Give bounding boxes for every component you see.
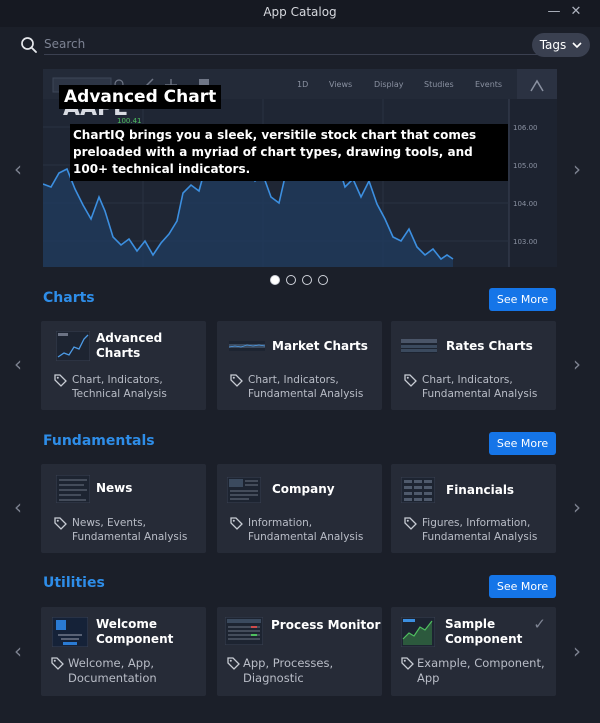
carousel-dot[interactable] bbox=[318, 275, 328, 285]
checkmark-icon[interactable]: ✓ bbox=[533, 615, 546, 633]
tag-icon bbox=[401, 657, 414, 670]
hero-toolbar-item: Views bbox=[329, 80, 352, 89]
app-card-tags: Information, Fundamental Analysis bbox=[248, 517, 364, 543]
app-card-sample-component[interactable]: Sample Component ✓ Example, Component, A… bbox=[391, 607, 556, 696]
carousel-dot[interactable] bbox=[286, 275, 296, 285]
hero-axis-tick: 104.00 bbox=[513, 200, 538, 208]
search-input[interactable] bbox=[44, 33, 547, 55]
app-card-title: Rates Charts bbox=[446, 339, 533, 353]
app-thumbnail bbox=[401, 617, 435, 647]
app-card-title: Financials bbox=[446, 483, 515, 497]
tag-icon bbox=[230, 517, 243, 530]
app-thumbnail bbox=[56, 475, 90, 503]
app-thumbnail bbox=[401, 339, 437, 353]
section-title-charts: Charts bbox=[43, 290, 95, 306]
tag-icon bbox=[230, 374, 243, 387]
app-card-tags: News, Events, Fundamental Analysis bbox=[72, 517, 188, 543]
app-card-tags: Chart, Indicators, Fundamental Analysis bbox=[422, 374, 538, 400]
section-title-fundamentals: Fundamentals bbox=[43, 433, 155, 449]
see-more-button[interactable]: See More bbox=[489, 432, 556, 455]
app-card-company[interactable]: Company Information, Fundamental Analysi… bbox=[217, 464, 382, 553]
hero-toolbar-item: 1D bbox=[297, 80, 308, 89]
app-card-market-charts[interactable]: Market Charts Chart, Indicators, Fundame… bbox=[217, 321, 382, 410]
app-card-title: Welcome Component bbox=[96, 617, 174, 646]
hero-axis-tick: 105.00 bbox=[513, 162, 538, 170]
utilities-next-arrow[interactable]: › bbox=[569, 640, 585, 662]
see-more-button[interactable]: See More bbox=[489, 575, 556, 598]
app-card-financials[interactable]: Financials Figures, Information, Fundame… bbox=[391, 464, 556, 553]
carousel-dot[interactable] bbox=[270, 275, 280, 285]
tag-icon bbox=[227, 657, 240, 670]
utilities-prev-arrow[interactable]: ‹ bbox=[10, 640, 26, 662]
app-card-title: Process Monitor bbox=[271, 618, 381, 632]
chevron-down-icon bbox=[572, 41, 582, 48]
see-more-button[interactable]: See More bbox=[489, 288, 556, 311]
app-card-tags: App, Processes, Diagnostic bbox=[243, 656, 334, 685]
hero-prev-arrow[interactable]: ‹ bbox=[10, 158, 26, 180]
charts-prev-arrow[interactable]: ‹ bbox=[10, 353, 26, 375]
app-card-tags: Chart, Indicators, Technical Analysis bbox=[72, 374, 167, 400]
app-card-tags: Welcome, App, Documentation bbox=[68, 656, 157, 685]
window-title: App Catalog bbox=[263, 5, 337, 19]
search-bar: Tags bbox=[20, 33, 590, 59]
hero-toolbar-item: Studies bbox=[424, 80, 454, 89]
app-card-title: News bbox=[96, 481, 133, 495]
hero-axis-tick: 103.00 bbox=[513, 238, 538, 246]
app-card-tags: Figures, Information, Fundamental Analys… bbox=[422, 517, 538, 543]
close-icon[interactable]: ✕ bbox=[568, 4, 584, 20]
minimize-icon[interactable]: — bbox=[546, 4, 562, 20]
charts-next-arrow[interactable]: › bbox=[569, 353, 585, 375]
hero-banner[interactable]: 1D Views Display Studies Events AAPL 100… bbox=[43, 69, 557, 267]
app-card-tags: Example, Component, App bbox=[417, 656, 545, 685]
tag-icon bbox=[54, 374, 67, 387]
tags-button-label: Tags bbox=[539, 38, 567, 52]
carousel-pagination bbox=[270, 275, 328, 285]
hero-next-arrow[interactable]: › bbox=[569, 158, 585, 180]
app-card-welcome-component[interactable]: Welcome Component Welcome, App, Document… bbox=[41, 607, 206, 696]
app-card-rates-charts[interactable]: Rates Charts Chart, Indicators, Fundamen… bbox=[391, 321, 556, 410]
app-card-title: Market Charts bbox=[272, 339, 368, 353]
tag-icon bbox=[54, 517, 67, 530]
hero-axis-tick: 106.00 bbox=[513, 124, 538, 132]
app-thumbnail bbox=[227, 477, 261, 503]
app-thumbnail bbox=[225, 617, 263, 645]
tags-button[interactable]: Tags bbox=[532, 33, 590, 57]
app-card-process-monitor[interactable]: Process Monitor App, Processes, Diagnost… bbox=[217, 607, 382, 696]
app-thumbnail bbox=[229, 341, 265, 351]
app-card-title: Company bbox=[272, 482, 335, 496]
app-thumbnail bbox=[56, 331, 90, 361]
search-icon bbox=[21, 37, 37, 53]
tag-icon bbox=[51, 657, 64, 670]
section-title-utilities: Utilities bbox=[43, 575, 105, 591]
app-card-news[interactable]: News News, Events, Fundamental Analysis bbox=[41, 464, 206, 553]
fundamentals-next-arrow[interactable]: › bbox=[569, 496, 585, 518]
hero-toolbar-item: Display bbox=[374, 80, 404, 89]
app-card-title: Sample Component bbox=[445, 617, 523, 646]
hero-description: ChartIQ brings you a sleek, versitile st… bbox=[70, 124, 508, 181]
app-thumbnail bbox=[401, 477, 435, 503]
app-thumbnail bbox=[52, 617, 88, 647]
tag-icon bbox=[404, 374, 417, 387]
carousel-dot[interactable] bbox=[302, 275, 312, 285]
title-bar: App Catalog — ✕ bbox=[0, 0, 600, 27]
fundamentals-prev-arrow[interactable]: ‹ bbox=[10, 496, 26, 518]
app-card-advanced-charts[interactable]: Advanced Charts Chart, Indicators, Techn… bbox=[41, 321, 206, 410]
app-card-title: Advanced Charts bbox=[96, 331, 163, 360]
tag-icon bbox=[404, 517, 417, 530]
hero-toolbar-item: Events bbox=[475, 80, 502, 89]
hero-title: Advanced Chart bbox=[59, 85, 222, 109]
app-card-tags: Chart, Indicators, Fundamental Analysis bbox=[248, 374, 364, 400]
